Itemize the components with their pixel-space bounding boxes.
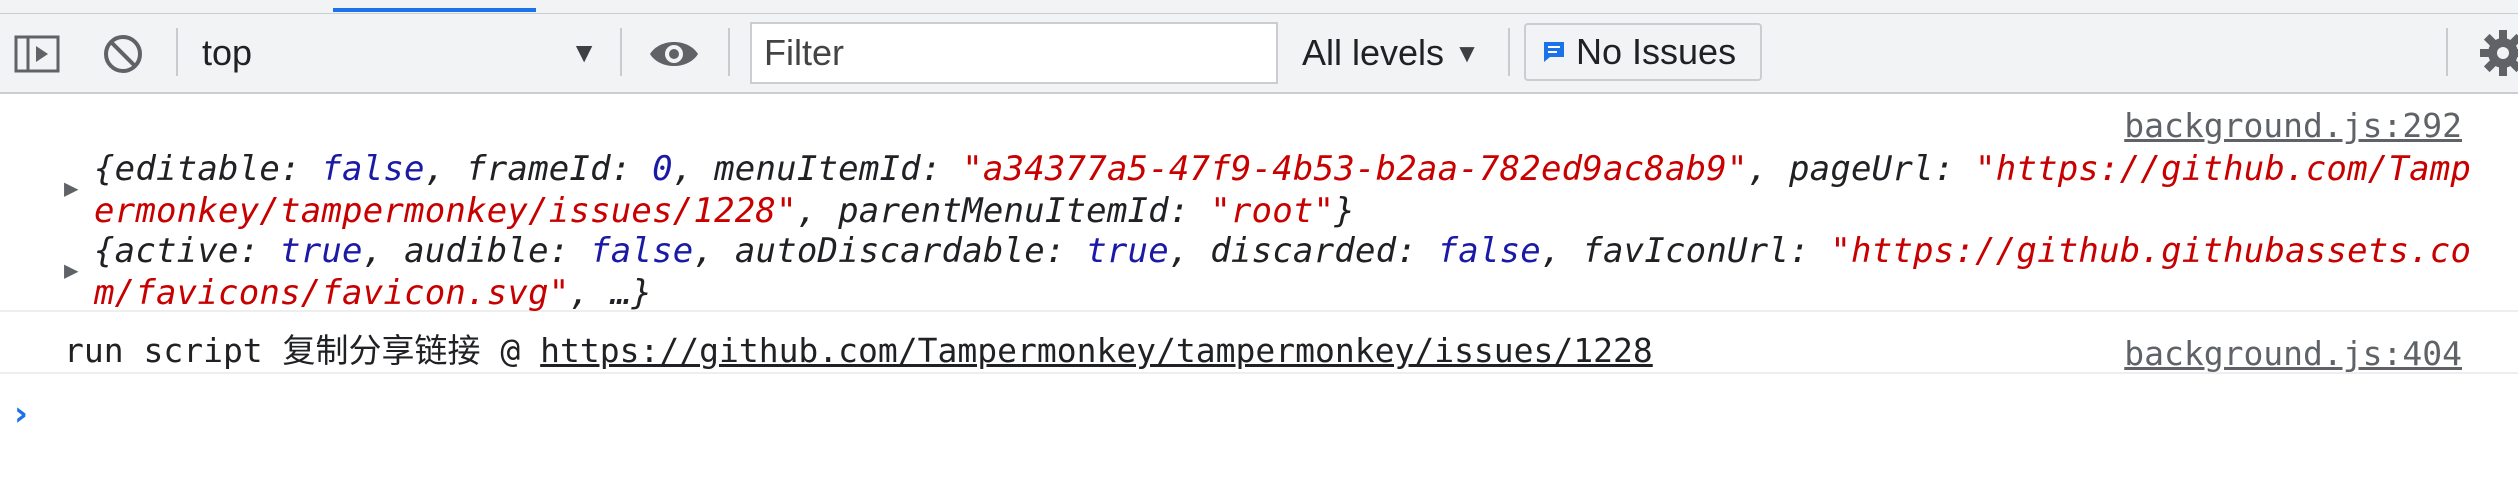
object-preview[interactable]: {editable: false, frameId: 0, menuItemId… xyxy=(94,148,2478,232)
log-message: run script 复制分享链接 @ https://github.com/T… xyxy=(64,330,1653,372)
dropdown-arrow-icon: ▼ xyxy=(570,37,598,68)
levels-value: All levels xyxy=(1302,32,1445,73)
property-value: false xyxy=(1437,231,1541,271)
property-value: false xyxy=(590,231,694,271)
console-output: background.js:292 ▶ {editable: false, fr… xyxy=(0,94,2518,480)
property-key: discarded xyxy=(1210,231,1397,271)
punctuation: : xyxy=(1933,149,1976,189)
punctuation: : xyxy=(920,149,963,189)
punctuation: { xyxy=(94,231,115,271)
toolbar-separator xyxy=(728,28,730,76)
punctuation: : xyxy=(610,149,653,189)
property-key: audible xyxy=(404,231,549,271)
toolbar-separator xyxy=(620,28,622,76)
punctuation: { xyxy=(94,149,115,189)
console-message: ▶ {active: true, audible: false, autoDis… xyxy=(0,224,2518,314)
message-icon xyxy=(1544,42,1564,62)
object-preview[interactable]: {active: true, audible: false, autoDisca… xyxy=(94,230,2478,314)
property-key: active xyxy=(114,231,239,271)
punctuation: : xyxy=(1396,231,1438,271)
property-key: favIconUrl xyxy=(1582,231,1790,271)
property-key: pageUrl xyxy=(1788,149,1934,189)
expand-arrow-icon[interactable]: ▶ xyxy=(64,256,78,284)
punctuation: : xyxy=(238,231,281,271)
dropdown-arrow-icon: ▼ xyxy=(1454,37,1480,68)
property-value: true xyxy=(280,231,363,271)
console-toolbar: top ▼ All levels ▼ No Issues xyxy=(0,14,2518,94)
log-levels-select[interactable]: All levels ▼ xyxy=(1292,24,1492,82)
sidebar-toggle-icon xyxy=(14,35,60,73)
punctuation: , xyxy=(362,231,405,271)
punctuation: , xyxy=(424,149,467,189)
source-link[interactable]: background.js:292 xyxy=(2124,106,2462,145)
clear-icon xyxy=(104,35,142,73)
source-link[interactable]: background.js:404 xyxy=(2124,334,2462,373)
punctuation: , xyxy=(1168,231,1211,271)
filter-input[interactable] xyxy=(750,22,1278,84)
panel-tab-strip xyxy=(0,0,2518,14)
punctuation: , …} xyxy=(569,273,653,313)
eye-icon xyxy=(650,42,698,66)
property-key: editable xyxy=(114,149,281,189)
property-value: false xyxy=(321,149,425,189)
punctuation: , xyxy=(693,231,735,271)
log-text: run script 复制分享链接 @ xyxy=(64,331,541,370)
live-expression-button[interactable] xyxy=(646,32,702,76)
punctuation: , xyxy=(1540,231,1583,271)
context-value: top xyxy=(202,32,253,73)
punctuation: : xyxy=(548,231,591,271)
property-key: frameId xyxy=(466,149,611,189)
property-value: 0 xyxy=(652,149,673,189)
active-tab-indicator xyxy=(333,8,536,12)
issues-label: No Issues xyxy=(1576,31,1737,72)
console-prompt-icon[interactable]: › xyxy=(14,394,28,434)
punctuation: , xyxy=(672,149,715,189)
console-settings-button[interactable] xyxy=(2478,28,2518,78)
expand-arrow-icon[interactable]: ▶ xyxy=(64,174,78,202)
punctuation: : xyxy=(1789,231,1831,271)
log-url-link[interactable]: https://github.com/Tampermonkey/tampermo… xyxy=(540,331,1653,370)
toolbar-separator xyxy=(1508,28,1510,76)
property-key: menuItemId xyxy=(714,149,921,189)
toolbar-separator xyxy=(2446,28,2448,76)
issues-button[interactable]: No Issues xyxy=(1524,23,1762,81)
toolbar-separator xyxy=(176,28,178,76)
property-value: "a34377a5-47f9-4b53-b2aa-782ed9ac8ab9" xyxy=(962,149,1748,189)
punctuation: , xyxy=(1747,149,1789,189)
clear-console-button[interactable] xyxy=(98,30,148,78)
punctuation: : xyxy=(280,149,322,189)
show-sidebar-button[interactable] xyxy=(12,32,62,76)
property-value: true xyxy=(1086,231,1169,271)
console-message: background.js:292 ▶ {editable: false, fr… xyxy=(0,94,2518,231)
property-key: autoDiscardable xyxy=(734,231,1045,271)
gear-icon xyxy=(2480,30,2518,76)
punctuation: : xyxy=(1044,231,1087,271)
execution-context-select[interactable]: top ▼ xyxy=(190,24,610,82)
